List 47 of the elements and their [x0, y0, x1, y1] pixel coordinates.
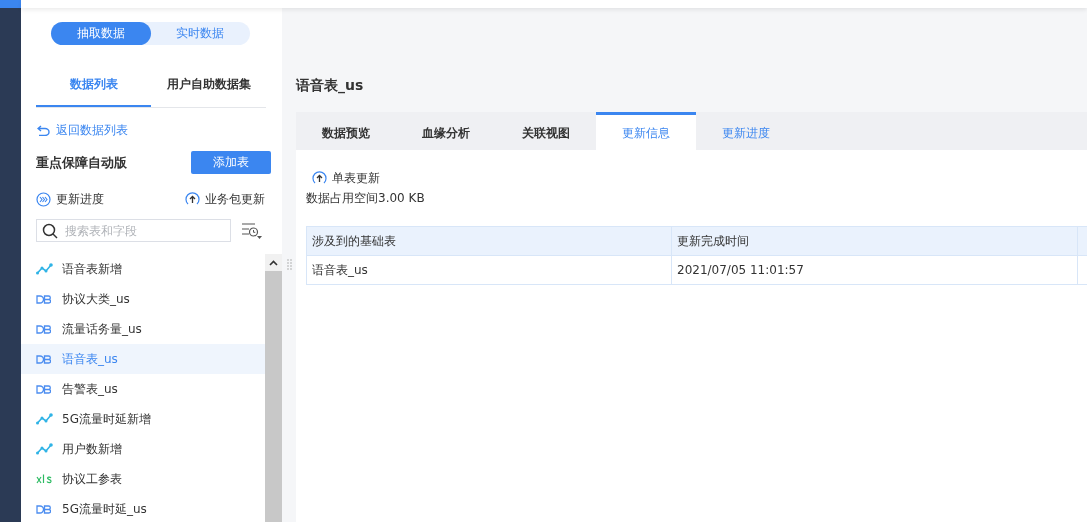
column-header: 涉及到的基础表 [306, 226, 672, 256]
detail-tab[interactable]: 血缘分析 [396, 112, 496, 150]
mode-tab[interactable]: 抽取数据 [51, 22, 151, 45]
table-list-item[interactable]: 5G流量时延_us [21, 494, 265, 522]
add-table-button[interactable]: 添加表 [191, 151, 271, 174]
scrollbar[interactable] [265, 254, 282, 522]
package-title: 重点保障自动版 [36, 153, 127, 172]
filter-icon[interactable] [241, 222, 262, 239]
table-cell: 2021/07/05 11:01:57 [671, 255, 1078, 285]
database-icon [36, 324, 51, 334]
search-field[interactable]: 搜索表和字段 [36, 219, 231, 242]
table-list-item[interactable]: 用户数新增 [21, 434, 265, 464]
line-chart-icon [36, 413, 53, 425]
search-icon [42, 223, 58, 239]
table-list-item[interactable]: 协议工参表 [21, 464, 265, 494]
table-title: 语音表_us [296, 76, 365, 96]
table-cell: 语音表_us [306, 255, 672, 285]
table-list-item[interactable]: 协议大类_us [21, 284, 265, 314]
single-table-update-button[interactable]: 单表更新 [312, 169, 1087, 187]
package-update-link[interactable]: 业务包更新 [185, 190, 265, 208]
database-icon [36, 354, 51, 364]
panel-tab[interactable]: 数据列表 [36, 61, 151, 107]
update-progress-link[interactable]: 更新进度 [36, 190, 104, 208]
back-link[interactable]: 返回数据列表 [37, 120, 128, 140]
detail-tab[interactable]: 关联视图 [496, 112, 596, 150]
line-chart-icon [36, 443, 53, 455]
upload-icon [312, 170, 327, 186]
line-chart-icon [36, 263, 53, 275]
database-icon [36, 384, 51, 394]
table-list-item[interactable]: 5G流量时延新增 [21, 404, 265, 434]
panel-tab[interactable]: 用户自助数据集 [151, 61, 266, 107]
table-list-item[interactable]: 告警表_us [21, 374, 265, 404]
excel-icon [36, 474, 53, 484]
column-header: 更新完成时间 [671, 226, 1078, 256]
return-icon [37, 124, 50, 136]
database-icon [36, 294, 51, 304]
detail-tab[interactable]: 更新信息 [596, 112, 696, 150]
database-icon [36, 504, 51, 514]
scroll-up-icon[interactable] [265, 254, 282, 271]
upload-icon [185, 191, 200, 207]
table-list-item[interactable]: 流量话务量_us [21, 314, 265, 344]
storage-size-text: 数据占用空间3.00 KB [306, 190, 426, 207]
table-list-item[interactable]: 语音表新增 [21, 254, 265, 284]
progress-icon [36, 191, 51, 207]
nav-highlight [0, 0, 21, 8]
detail-tab[interactable]: 数据预览 [296, 112, 396, 150]
grip-icon[interactable] [286, 259, 292, 271]
